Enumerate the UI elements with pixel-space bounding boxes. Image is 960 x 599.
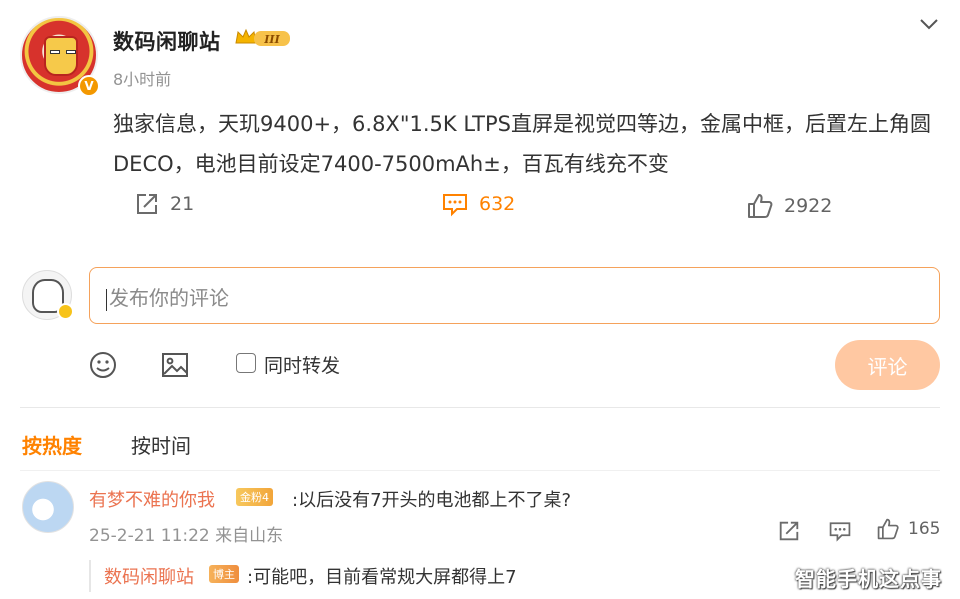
commenter-name[interactable]: 有梦不难的你我 — [89, 486, 215, 512]
author-badge: 博主 — [209, 565, 239, 583]
submit-comment-button[interactable]: 评论 — [835, 340, 940, 390]
repost-count: 21 — [170, 193, 195, 215]
comment-icon — [441, 191, 469, 217]
text-caret — [106, 288, 107, 311]
also-repost-checkbox[interactable] — [236, 353, 256, 373]
level-crown-icon: III — [234, 27, 292, 49]
reply-author-name[interactable]: 数码闲聊站 — [104, 563, 194, 589]
section-divider — [20, 407, 940, 408]
like-icon — [746, 193, 774, 219]
like-count: 2922 — [784, 195, 833, 217]
image-icon[interactable] — [161, 351, 189, 379]
fan-badge: 金粉4 — [236, 488, 273, 506]
comment-button[interactable]: 632 — [441, 191, 515, 217]
avatar-ironman-face — [44, 36, 78, 76]
also-repost-label[interactable]: 同时转发 — [264, 351, 340, 378]
comment-input[interactable]: 发布你的评论 — [89, 267, 940, 324]
level-badge-text: III — [263, 33, 280, 46]
tab-sort-by-time[interactable]: 按时间 — [131, 430, 191, 459]
tab-sort-by-hot[interactable]: 按热度 — [22, 430, 82, 459]
emoji-icon[interactable] — [89, 351, 117, 379]
post-content: 独家信息，天玑9400+，6.8X"1.5K LTPS直屏是视觉四等边，金属中框… — [113, 112, 931, 176]
comment-text: :以后没有7开头的电池都上不了桌? — [292, 490, 572, 511]
avatar-eye-right — [66, 50, 76, 54]
comment-like-count: 165 — [908, 519, 941, 539]
chevron-down-icon[interactable] — [918, 14, 940, 34]
avatar-eye-left — [50, 50, 60, 54]
like-icon — [876, 517, 900, 541]
my-verified-badge — [57, 303, 74, 320]
repost-button[interactable]: 21 — [134, 191, 194, 217]
author-name[interactable]: 数码闲聊站 — [113, 26, 221, 56]
reply-indent-bar — [89, 560, 91, 592]
comment-reply-icon[interactable] — [828, 519, 852, 543]
commenter-avatar[interactable] — [22, 481, 74, 533]
comment-meta: 25-2-21 11:22 来自山东 — [89, 526, 284, 546]
watermark: 智能手机这点事 — [795, 567, 942, 591]
author-badge-label: 博主 — [213, 568, 235, 581]
comment-repost-icon[interactable] — [777, 519, 801, 543]
like-button[interactable]: 2922 — [746, 193, 832, 219]
comment-count: 632 — [479, 193, 516, 215]
verified-badge: V — [78, 75, 100, 97]
comment-placeholder: 发布你的评论 — [109, 286, 229, 310]
comment-like-button[interactable]: 165 — [876, 517, 940, 541]
reply-text: :可能吧，目前看常规大屏都得上7 — [247, 567, 517, 588]
repost-icon — [134, 191, 160, 217]
post-time: 8小时前 — [113, 70, 172, 89]
tabs-divider — [20, 470, 940, 471]
fan-badge-label: 金粉4 — [240, 491, 269, 504]
